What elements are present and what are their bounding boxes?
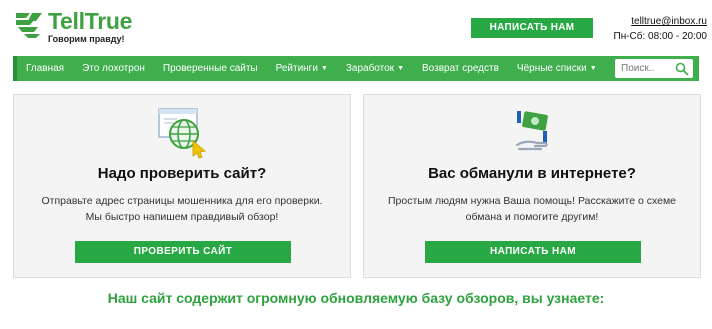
chevron-down-icon: ▼: [320, 65, 328, 72]
chevron-down-icon: ▼: [589, 65, 597, 72]
money-hand-icon: [515, 111, 548, 151]
nav-item-home[interactable]: Главная: [17, 56, 73, 81]
logo[interactable]: TellTrue Говорим правду!: [14, 9, 154, 45]
nav-label: Чёрные списки: [516, 63, 587, 74]
header: TellTrue Говорим правду! НАПИСАТЬ НАМ te…: [0, 0, 712, 52]
card-text: Отправьте адрес страницы мошенника для е…: [41, 195, 323, 223]
brand-tagline: Говорим правду!: [48, 34, 125, 44]
check-site-card: Надо проверить сайт? Отправьте адрес стр…: [13, 94, 351, 278]
email-link[interactable]: telltrue@inbox.ru: [607, 14, 707, 29]
nav-label: Рейтинги: [275, 63, 318, 74]
write-us-button[interactable]: НАПИСАТЬ НАМ: [471, 18, 593, 38]
chevron-down-icon: ▼: [397, 65, 404, 72]
brand-name-part2: True: [84, 8, 133, 34]
nav-label: Главная: [26, 63, 65, 74]
check-site-button[interactable]: ПРОВЕРИТЬ САЙТ: [75, 241, 291, 263]
search-box: [615, 59, 693, 78]
card-title: Вас обманули в интернете?: [428, 165, 636, 182]
section-heading: Наш сайт содержит огромную обновляемую б…: [107, 290, 605, 306]
main-nav: Главная Это лохотрон Проверенные сайты Р…: [13, 56, 699, 81]
nav-item-ratings[interactable]: Рейтинги ▼: [267, 56, 337, 81]
nav-item-earnings[interactable]: Заработок ▼: [337, 56, 413, 81]
write-us-card-button[interactable]: НАПИСАТЬ НАМ: [425, 241, 641, 263]
nav-item-blacklists[interactable]: Чёрные списки ▼: [508, 56, 606, 81]
search-input[interactable]: [615, 60, 673, 77]
card-title: Надо проверить сайт?: [97, 165, 267, 182]
working-hours: Пн-Сб: 08:00 - 20:00: [613, 31, 707, 42]
globe-check-icon: [158, 108, 206, 159]
scammed-card: Вас обманули в интернете? Простым людям …: [363, 94, 701, 278]
brand-name: TellTrue: [48, 9, 132, 33]
brand-name-part1: Tell: [48, 8, 85, 34]
logo-mark-icon: [16, 13, 42, 38]
search-icon[interactable]: [675, 62, 689, 76]
contact-info: telltrue@inbox.ru Пн-Сб: 08:00 - 20:00: [607, 14, 707, 44]
card-text: Простым людям нужна Ваша помощь! Расскаж…: [387, 195, 677, 223]
nav-item-verified-sites[interactable]: Проверенные сайты: [154, 56, 267, 81]
nav-item-refund[interactable]: Возврат средств: [413, 56, 508, 81]
nav-label: Проверенные сайты: [162, 63, 258, 74]
nav-label: Возврат средств: [422, 63, 499, 74]
nav-label: Заработок: [345, 63, 395, 74]
nav-item-scam[interactable]: Это лохотрон: [73, 56, 154, 81]
nav-label: Это лохотрон: [82, 63, 145, 74]
